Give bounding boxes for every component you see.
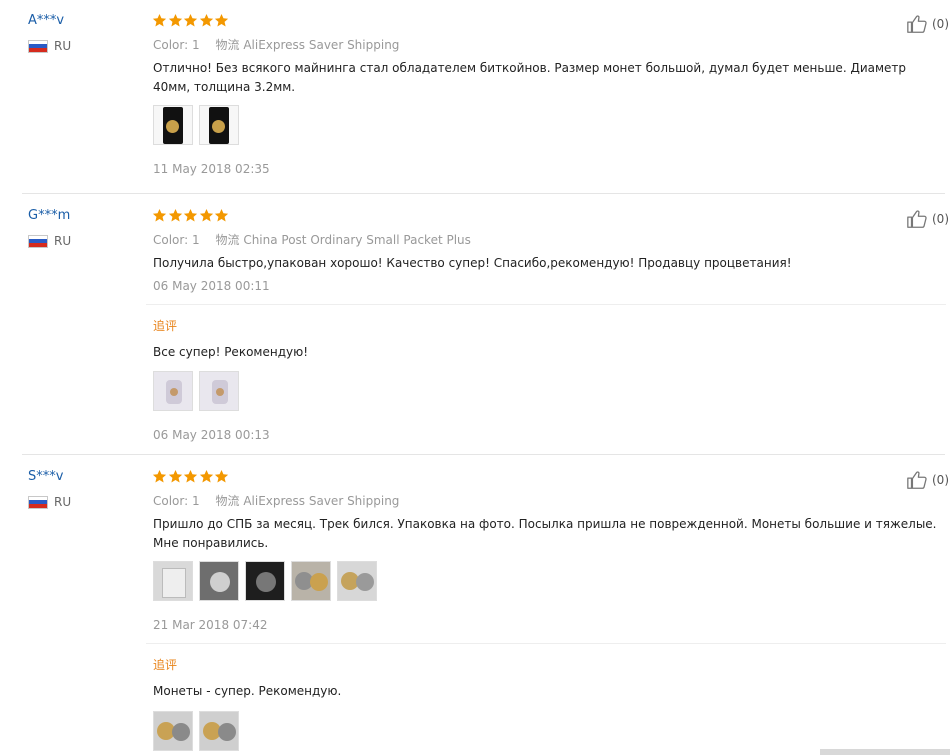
- star-icon: [183, 13, 198, 28]
- review-photos: [153, 561, 383, 601]
- star-rating: [152, 208, 230, 223]
- followup-photos: [153, 711, 245, 751]
- reviewer-country: RU: [28, 39, 71, 53]
- helpful-button[interactable]: (0): [904, 208, 949, 230]
- reviewer-name[interactable]: A***v: [28, 13, 64, 28]
- star-icon: [199, 208, 214, 223]
- reviewer-name[interactable]: S***v: [28, 469, 63, 484]
- review-text: Пришло до СПБ за месяц. Трек бился. Упак…: [153, 517, 937, 550]
- order-info: Color: 1 物流 China Post Ordinary Small Pa…: [153, 231, 471, 248]
- star-icon: [183, 208, 198, 223]
- review-item: S***v RU Color: 1 物流 AliExpress Saver Sh…: [0, 455, 950, 755]
- review-photos: [153, 105, 245, 145]
- star-icon: [214, 13, 229, 28]
- followup-photos: [153, 371, 245, 411]
- review-photo[interactable]: [153, 711, 193, 751]
- star-icon: [199, 13, 214, 28]
- review-photo[interactable]: [153, 105, 193, 145]
- review-photo[interactable]: [153, 371, 193, 411]
- star-icon: [152, 13, 167, 28]
- color-value: 1: [192, 494, 200, 508]
- review-photo[interactable]: [337, 561, 377, 601]
- star-rating: [152, 13, 230, 28]
- followup-date: 06 May 2018 00:13: [153, 428, 270, 442]
- review-photo[interactable]: [199, 711, 239, 751]
- logistics-label: 物流: [215, 38, 240, 52]
- review-text: Отлично! Без всякого майнинга стал облад…: [153, 61, 907, 94]
- followup-label: 追评: [153, 319, 178, 333]
- followup-divider: [146, 304, 946, 305]
- review-photo[interactable]: [199, 105, 239, 145]
- thumbs-up-icon: [904, 469, 930, 491]
- russia-flag-icon: [28, 495, 48, 509]
- thumbs-up-icon: [904, 13, 930, 35]
- review-photo[interactable]: [291, 561, 331, 601]
- page-scroll-shadow: [820, 749, 950, 755]
- shipping-method: China Post Ordinary Small Packet Plus: [243, 233, 471, 247]
- order-info: Color: 1 物流 AliExpress Saver Shipping: [153, 492, 399, 509]
- followup-text: Монеты - супер. Рекомендую.: [153, 684, 342, 698]
- shipping-method: AliExpress Saver Shipping: [243, 38, 400, 52]
- helpful-count: (0): [932, 212, 949, 226]
- helpful-count: (0): [932, 473, 949, 487]
- color-value: 1: [192, 38, 200, 52]
- russia-flag-icon: [28, 234, 48, 248]
- review-date: 06 May 2018 00:11: [153, 279, 270, 293]
- followup-divider: [146, 643, 946, 644]
- thumbs-up-icon: [904, 208, 930, 230]
- followup-text: Все супер! Рекомендую!: [153, 345, 308, 359]
- order-info: Color: 1 物流 AliExpress Saver Shipping: [153, 36, 399, 53]
- helpful-button[interactable]: (0): [904, 13, 949, 35]
- review-photo[interactable]: [199, 371, 239, 411]
- color-label: Color:: [153, 494, 189, 508]
- star-rating: [152, 469, 230, 484]
- star-icon: [214, 208, 229, 223]
- review-date: 11 May 2018 02:35: [153, 162, 270, 176]
- color-value: 1: [192, 233, 200, 247]
- review-photo[interactable]: [153, 561, 193, 601]
- star-icon: [168, 469, 183, 484]
- russia-flag-icon: [28, 39, 48, 53]
- reviewer-country: RU: [28, 234, 71, 248]
- followup-label: 追评: [153, 658, 178, 672]
- review-item: A***v RU Color: 1 物流 AliExpress Saver Sh…: [0, 0, 950, 193]
- review-photo[interactable]: [245, 561, 285, 601]
- helpful-button[interactable]: (0): [904, 469, 949, 491]
- color-label: Color:: [153, 233, 189, 247]
- review-item: G***m RU Color: 1 物流 China Post Ordinary…: [0, 194, 950, 454]
- reviewer-country: RU: [28, 495, 71, 509]
- country-code: RU: [54, 234, 72, 248]
- review-text: Получила быстро,упакован хорошо! Качеств…: [153, 256, 792, 270]
- star-icon: [152, 469, 167, 484]
- star-icon: [214, 469, 229, 484]
- country-code: RU: [54, 495, 72, 509]
- country-code: RU: [54, 39, 72, 53]
- review-photo[interactable]: [199, 561, 239, 601]
- review-date: 21 Mar 2018 07:42: [153, 618, 268, 632]
- helpful-count: (0): [932, 17, 949, 31]
- logistics-label: 物流: [215, 233, 240, 247]
- star-icon: [168, 208, 183, 223]
- star-icon: [152, 208, 167, 223]
- reviewer-name[interactable]: G***m: [28, 208, 70, 223]
- logistics-label: 物流: [215, 494, 240, 508]
- star-icon: [199, 469, 214, 484]
- star-icon: [168, 13, 183, 28]
- star-icon: [183, 469, 198, 484]
- shipping-method: AliExpress Saver Shipping: [243, 494, 400, 508]
- color-label: Color:: [153, 38, 189, 52]
